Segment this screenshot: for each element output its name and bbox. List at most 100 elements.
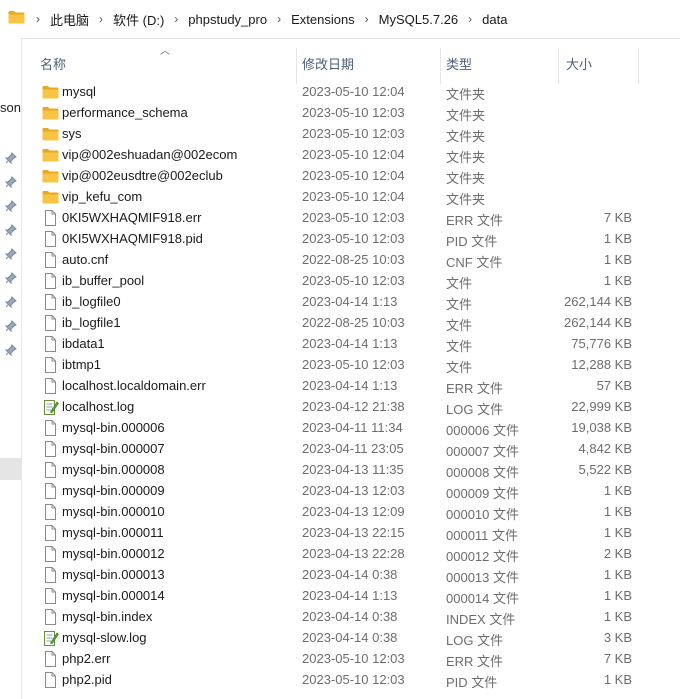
file-row[interactable]: mysql-bin.000011 2023-04-13 22:15 000011… bbox=[22, 522, 672, 543]
file-row[interactable]: sys 2023-05-10 12:03 文件夹 bbox=[22, 123, 672, 144]
file-row[interactable]: localhost.log 2023-04-12 21:38 LOG 文件 22… bbox=[22, 396, 672, 417]
file-row[interactable]: mysql-bin.000014 2023-04-14 1:13 000014 … bbox=[22, 585, 672, 606]
file-icon bbox=[42, 672, 59, 688]
file-type: LOG 文件 bbox=[446, 402, 504, 417]
column-divider[interactable] bbox=[558, 48, 559, 84]
file-type: ERR 文件 bbox=[446, 381, 504, 396]
column-header: ︿ 名称 修改日期 类型 大小 bbox=[22, 38, 680, 84]
chevron-right-icon[interactable]: › bbox=[93, 12, 109, 26]
file-name: mysql-slow.log bbox=[62, 630, 147, 645]
file-type: 文件夹 bbox=[446, 171, 486, 186]
file-row[interactable]: mysql-bin.000007 2023-04-11 23:05 000007… bbox=[22, 438, 672, 459]
file-row[interactable]: mysql-bin.index 2023-04-14 0:38 INDEX 文件… bbox=[22, 606, 672, 627]
nav-item-label[interactable]: sona bbox=[0, 100, 21, 115]
file-name: mysql-bin.000011 bbox=[62, 525, 164, 540]
file-type: 000009 文件 bbox=[446, 486, 519, 501]
file-row[interactable]: mysql-bin.000006 2023-04-11 11:34 000006… bbox=[22, 417, 672, 438]
file-type: 文件夹 bbox=[446, 87, 486, 102]
file-type: 文件夹 bbox=[446, 108, 486, 123]
file-name: mysql-bin.000008 bbox=[62, 462, 165, 477]
file-row[interactable]: ibdata1 2023-04-14 1:13 文件 75,776 KB bbox=[22, 333, 672, 354]
chevron-right-icon[interactable]: › bbox=[271, 12, 287, 26]
file-row[interactable]: performance_schema 2023-05-10 12:03 文件夹 bbox=[22, 102, 672, 123]
file-type: 文件 bbox=[446, 318, 473, 333]
file-icon bbox=[42, 252, 59, 268]
file-row[interactable]: php2.err 2023-05-10 12:03 ERR 文件 7 KB bbox=[22, 648, 672, 669]
file-date: 2023-05-10 12:04 bbox=[302, 189, 405, 204]
chevron-right-icon[interactable]: › bbox=[462, 12, 478, 26]
file-size: 1 KB bbox=[603, 504, 632, 519]
file-row[interactable]: 0KI5WXHAQMIF918.err 2023-05-10 12:03 ERR… bbox=[22, 207, 672, 228]
file-row[interactable]: mysql 2023-05-10 12:04 文件夹 bbox=[22, 81, 672, 102]
file-date: 2023-05-10 12:04 bbox=[302, 168, 405, 183]
file-row[interactable]: mysql-bin.000009 2023-04-13 12:03 000009… bbox=[22, 480, 672, 501]
file-type: CNF 文件 bbox=[446, 255, 503, 270]
column-header-date[interactable]: 修改日期 bbox=[302, 54, 354, 73]
breadcrumb-item[interactable]: 软件 (D:) bbox=[109, 10, 168, 29]
file-row[interactable]: vip@002eshuadan@002ecom 2023-05-10 12:04… bbox=[22, 144, 672, 165]
file-name: performance_schema bbox=[62, 105, 188, 120]
file-type: 000012 文件 bbox=[446, 549, 519, 564]
chevron-right-icon[interactable]: › bbox=[168, 12, 184, 26]
file-size: 262,144 KB bbox=[564, 294, 632, 309]
pin-icon bbox=[5, 248, 17, 260]
column-header-size[interactable]: 大小 bbox=[566, 54, 592, 73]
file-icon bbox=[42, 231, 59, 247]
file-row[interactable]: 0KI5WXHAQMIF918.pid 2023-05-10 12:03 PID… bbox=[22, 228, 672, 249]
breadcrumb-item[interactable]: 此电脑 bbox=[46, 10, 93, 29]
pin-icon bbox=[5, 272, 17, 284]
column-header-name[interactable]: 名称 bbox=[40, 54, 66, 73]
file-row[interactable]: ib_logfile1 2022-08-25 10:03 文件 262,144 … bbox=[22, 312, 672, 333]
breadcrumb-item[interactable]: data bbox=[478, 12, 511, 27]
file-size: 5,522 KB bbox=[578, 462, 633, 477]
file-name: vip@002eshuadan@002ecom bbox=[62, 147, 238, 162]
breadcrumb: › 此电脑 › 软件 (D:) › phpstudy_pro › Extensi… bbox=[30, 0, 511, 38]
file-date: 2023-04-14 1:13 bbox=[302, 336, 398, 351]
file-type: 文件夹 bbox=[446, 129, 486, 144]
file-row[interactable]: mysql-bin.000013 2023-04-14 0:38 000013 … bbox=[22, 564, 672, 585]
file-row[interactable]: ib_logfile0 2023-04-14 1:13 文件 262,144 K… bbox=[22, 291, 672, 312]
folder-icon bbox=[42, 126, 59, 142]
file-row[interactable]: mysql-bin.000008 2023-04-13 11:35 000008… bbox=[22, 459, 672, 480]
file-icon bbox=[42, 567, 59, 583]
file-row[interactable]: ibtmp1 2023-05-10 12:03 文件 12,288 KB bbox=[22, 354, 672, 375]
file-type: 000007 文件 bbox=[446, 444, 519, 459]
file-size: 22,999 KB bbox=[571, 399, 632, 414]
file-icon bbox=[42, 420, 59, 436]
column-divider[interactable] bbox=[296, 48, 297, 84]
file-row[interactable]: localhost.localdomain.err 2023-04-14 1:1… bbox=[22, 375, 672, 396]
file-row[interactable]: mysql-bin.000012 2023-04-13 22:28 000012… bbox=[22, 543, 672, 564]
file-date: 2023-04-14 0:38 bbox=[302, 630, 398, 645]
file-date: 2023-05-10 12:03 bbox=[302, 210, 405, 225]
pin-icon bbox=[5, 344, 17, 356]
file-row[interactable]: mysql-slow.log 2023-04-14 0:38 LOG 文件 3 … bbox=[22, 627, 672, 648]
nav-item-selected[interactable] bbox=[0, 458, 21, 480]
file-type: 文件 bbox=[446, 360, 473, 375]
pin-icon bbox=[5, 200, 17, 212]
breadcrumb-item[interactable]: MySQL5.7.26 bbox=[375, 12, 463, 27]
file-size: 7 KB bbox=[603, 210, 632, 225]
file-size: 4,842 KB bbox=[578, 441, 633, 456]
chevron-right-icon[interactable]: › bbox=[359, 12, 375, 26]
file-row[interactable]: php2.pid 2023-05-10 12:03 PID 文件 1 KB bbox=[22, 669, 672, 690]
address-bar[interactable]: › 此电脑 › 软件 (D:) › phpstudy_pro › Extensi… bbox=[0, 0, 680, 39]
file-type: INDEX 文件 bbox=[446, 612, 516, 627]
file-date: 2022-08-25 10:03 bbox=[302, 315, 405, 330]
chevron-right-icon[interactable]: › bbox=[30, 12, 46, 26]
breadcrumb-item[interactable]: phpstudy_pro bbox=[184, 12, 271, 27]
file-row[interactable]: mysql-bin.000010 2023-04-13 12:09 000010… bbox=[22, 501, 672, 522]
file-row[interactable]: vip@002eusdtre@002eclub 2023-05-10 12:04… bbox=[22, 165, 672, 186]
file-row[interactable]: ib_buffer_pool 2023-05-10 12:03 文件 1 KB bbox=[22, 270, 672, 291]
navigation-pane[interactable]: sona bbox=[0, 38, 22, 699]
file-row[interactable]: auto.cnf 2022-08-25 10:03 CNF 文件 1 KB bbox=[22, 249, 672, 270]
file-name: localhost.log bbox=[62, 399, 135, 414]
file-type: 000014 文件 bbox=[446, 591, 519, 606]
file-name: vip_kefu_com bbox=[62, 189, 143, 204]
file-date: 2023-05-10 12:03 bbox=[302, 105, 405, 120]
column-divider[interactable] bbox=[638, 48, 639, 84]
column-divider[interactable] bbox=[440, 48, 441, 84]
breadcrumb-item[interactable]: Extensions bbox=[287, 12, 359, 27]
file-row[interactable]: vip_kefu_com 2023-05-10 12:04 文件夹 bbox=[22, 186, 672, 207]
file-name: mysql-bin.000013 bbox=[62, 567, 165, 582]
column-header-type[interactable]: 类型 bbox=[446, 54, 472, 73]
